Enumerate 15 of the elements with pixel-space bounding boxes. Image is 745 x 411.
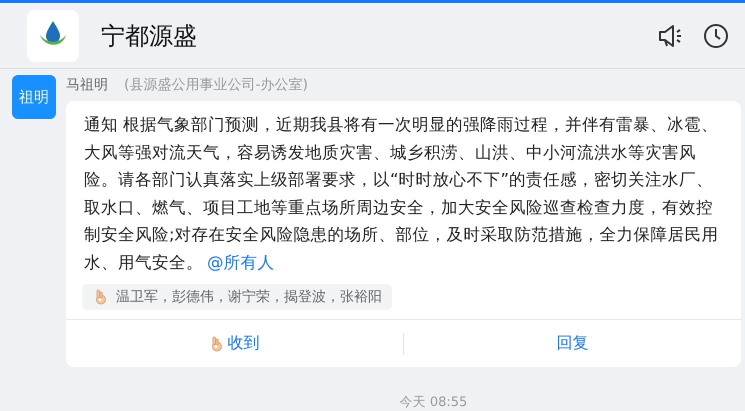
megaphone-icon[interactable]	[657, 22, 683, 48]
history-icon[interactable]	[703, 22, 729, 48]
reply-button[interactable]: 回复	[404, 326, 741, 360]
ok-hand-icon	[210, 336, 224, 352]
chat-title: 宁都源盛	[101, 20, 198, 52]
user-avatar: 祖明	[12, 75, 56, 119]
acknowledge-button[interactable]: 收到	[66, 326, 403, 360]
sender-name: 马祖明	[66, 76, 108, 94]
message-text: 通知 根据气象部门预测，近期我县将有一次明显的强降雨过程，并伴有雷暴、冰雹、大风等强对流天气，容易诱发地质灾害、城乡积涝、山洪、中小河流洪水等灾害风险。请各部门认真落实上级部署要求，以“时时放心不下”的责任感，密切关注水厂、取水口、燃气、项目工地等重点场所周边安全，加大安全风险巡查检查力度，有效控制安全风险;对存在安全风险隐患的场所、部位，及时采取防范措施，全力保障居民用水、用气安全。 @所有人	[83, 114, 720, 274]
company-logo	[27, 10, 79, 62]
mention-link[interactable]: @所有人	[207, 252, 274, 272]
ok-hand-icon	[94, 289, 108, 305]
sender-department: (县源盛公用事业公司-办公室)	[124, 76, 308, 94]
message-time: 今天 08:55	[400, 394, 468, 411]
acknowledged-names: 温卫军，彭德伟，谢宁荣，揭登波，张裕阳	[116, 288, 382, 306]
